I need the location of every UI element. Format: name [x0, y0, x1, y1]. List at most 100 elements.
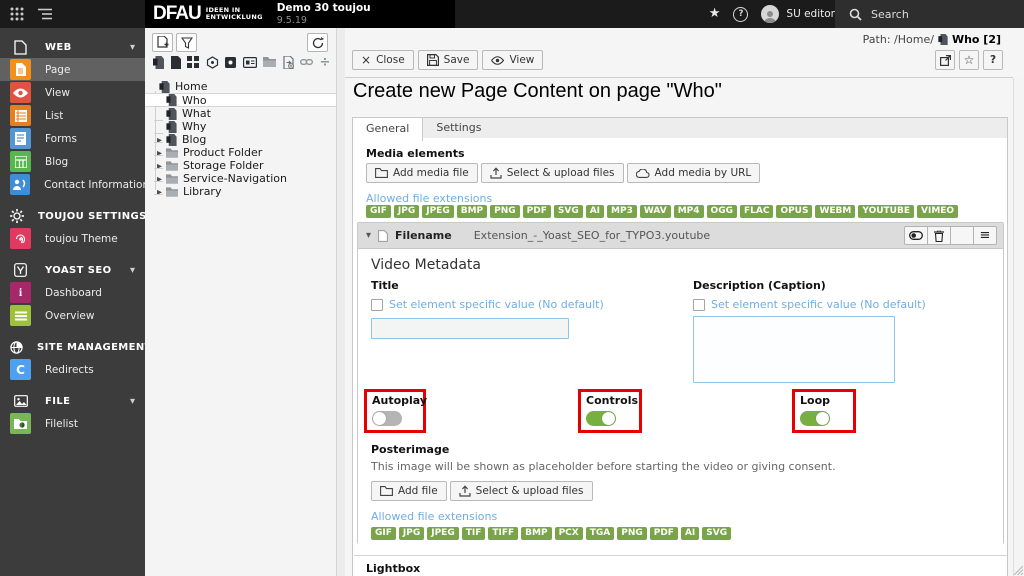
tree-row-product-folder[interactable]: ▶ Product Folder: [145, 146, 336, 159]
drag-standard-page-icon[interactable]: [153, 55, 164, 69]
sidebar-section-file[interactable]: FILE ▾: [0, 390, 145, 412]
title-input[interactable]: [371, 318, 569, 339]
tree-row-who[interactable]: Who: [145, 93, 336, 107]
view-button[interactable]: View: [482, 50, 544, 70]
tab-settings[interactable]: Settings: [423, 118, 494, 138]
scrollbar-track[interactable]: [1013, 78, 1024, 576]
expand-icon[interactable]: ▶: [154, 162, 166, 170]
record-header[interactable]: ▾ Filename Extension_-_Yoast_SEO_for_TYP…: [358, 223, 1003, 248]
drag-page-icon[interactable]: [170, 55, 181, 69]
pagetree-toggle-icon[interactable]: [38, 8, 52, 20]
sidebar-item-list[interactable]: List: [0, 104, 145, 127]
trash-icon: [934, 229, 944, 242]
sidebar-item-blog[interactable]: Blog: [0, 150, 145, 173]
collapse-icon[interactable]: ▾: [366, 230, 371, 241]
enable-disable-button[interactable]: [904, 226, 928, 245]
toggle-knob: [816, 412, 829, 425]
controls-toggle[interactable]: [586, 411, 616, 426]
expand-icon[interactable]: ▶: [154, 175, 166, 183]
controls-label: Controls: [586, 394, 639, 407]
search-bar[interactable]: Search: [835, 0, 1024, 28]
forms-module-icon: [10, 128, 31, 149]
sidebar-item-redirects[interactable]: C Redirects: [0, 358, 145, 381]
media-elements-heading: Media elements: [366, 147, 465, 160]
description-override-checkbox[interactable]: [693, 298, 705, 311]
expand-icon[interactable]: ▶: [154, 188, 166, 196]
sidebar-item-dashboard[interactable]: i Dashboard: [0, 281, 145, 304]
user-menu[interactable]: SU editor: [761, 5, 835, 23]
tree-row-home[interactable]: Home: [145, 80, 336, 93]
tree-row-what[interactable]: What: [145, 107, 336, 121]
extension-badge: JPEG: [422, 205, 454, 218]
resize-grip[interactable]: [1014, 566, 1023, 575]
add-media-by-url-button[interactable]: Add media by URL: [626, 163, 761, 183]
extension-badge: MP4: [673, 205, 704, 218]
extension-badge: SVG: [702, 527, 732, 540]
extension-badge: PDF: [649, 527, 678, 540]
tree-row-service-navigation[interactable]: ▶ Service-Navigation: [145, 172, 336, 185]
tree-row-library[interactable]: ▶ Library: [145, 185, 336, 198]
docheader-help-button[interactable]: ?: [983, 50, 1003, 70]
tab-general[interactable]: General: [352, 117, 424, 141]
tree-row-blog[interactable]: ▶ Blog: [145, 133, 336, 146]
open-new-window-button[interactable]: [935, 50, 955, 70]
module-menu-icon[interactable]: [10, 7, 24, 21]
extension-badge: TIFF: [488, 527, 519, 540]
sidebar-section-site-management[interactable]: SITE MANAGEMENT ▾: [0, 336, 157, 358]
save-icon: [426, 54, 439, 66]
bookmark-button[interactable]: ☆: [959, 50, 979, 70]
expand-icon[interactable]: ▶: [154, 149, 166, 157]
sidebar-item-filelist[interactable]: Filelist: [0, 412, 145, 435]
poster-allowed-file-extensions-link[interactable]: Allowed file extensions: [371, 510, 836, 523]
sidebar-section-toujou-settings[interactable]: TOUJOU SETTINGS ▾: [0, 205, 152, 227]
drag-folder-icon[interactable]: [263, 57, 276, 67]
extension-badge: YOUTUBE: [858, 205, 915, 218]
drag-plugin-icon[interactable]: [225, 56, 236, 68]
sidebar-section-yoast-seo[interactable]: YOAST SEO ▾: [0, 259, 145, 281]
sidebar-item-contact-information[interactable]: Contact Information: [0, 173, 145, 196]
bookmark-star-icon[interactable]: ★: [709, 0, 721, 28]
extension-badge: OGG: [706, 205, 737, 218]
tree-row-storage-folder[interactable]: ▶ Storage Folder: [145, 159, 336, 172]
poster-select-upload-files-button[interactable]: Select & upload files: [449, 481, 593, 501]
description-textarea[interactable]: [693, 316, 895, 383]
extension-badge: BMP: [521, 527, 552, 540]
close-button[interactable]: × Close: [352, 50, 414, 70]
visibility-toggle-icon: [909, 231, 923, 240]
drag-divider-icon[interactable]: ÷: [320, 55, 331, 70]
media-extension-badges: GIF JPG JPEG BMP PNG PDF SVG AI MP3 WAV …: [366, 205, 959, 218]
drag-grid-icon[interactable]: [187, 56, 199, 68]
sidebar-item-forms[interactable]: Forms: [0, 127, 145, 150]
sidebar-item-view[interactable]: View: [0, 81, 145, 104]
tree-row-why[interactable]: Why: [145, 120, 336, 134]
sidebar-item-overview[interactable]: Overview: [0, 304, 145, 327]
extension-badge: AI: [585, 205, 605, 218]
tree-content-splitter[interactable]: [337, 28, 345, 576]
new-page-button[interactable]: [152, 33, 173, 52]
record-filename: Extension_-_Yoast_SEO_for_TYPO3.youtube: [473, 229, 711, 242]
section-divider: [354, 555, 1007, 556]
add-file-button[interactable]: Add file: [371, 481, 447, 501]
delete-button[interactable]: [927, 226, 951, 245]
add-media-file-button[interactable]: Add media file: [366, 163, 478, 183]
autoplay-toggle[interactable]: [372, 411, 402, 426]
sidebar-section-web[interactable]: WEB ▾: [0, 36, 145, 58]
drag-shortcut-icon[interactable]: [206, 55, 219, 69]
save-button[interactable]: Save: [417, 50, 479, 70]
title-override-checkbox[interactable]: [371, 298, 383, 311]
drag-link-icon[interactable]: [300, 57, 313, 67]
sidebar-item-toujou-theme[interactable]: toujou Theme: [0, 227, 145, 250]
extension-badge: JPEG: [427, 527, 459, 540]
drag-handle[interactable]: ≡: [973, 226, 997, 245]
select-upload-files-button[interactable]: Select & upload files: [480, 163, 624, 183]
allowed-file-extensions-link[interactable]: Allowed file extensions: [366, 192, 492, 205]
filter-icon[interactable]: [176, 33, 197, 52]
loop-toggle[interactable]: [800, 411, 830, 426]
drag-recycler-icon[interactable]: [282, 55, 294, 69]
gear-icon: [10, 209, 24, 223]
drag-textmedia-icon[interactable]: [242, 56, 257, 68]
sidebar-item-page[interactable]: Page: [0, 58, 145, 81]
refresh-icon[interactable]: [307, 33, 328, 52]
expand-icon[interactable]: ▶: [154, 136, 166, 144]
help-icon[interactable]: ?: [733, 6, 749, 22]
